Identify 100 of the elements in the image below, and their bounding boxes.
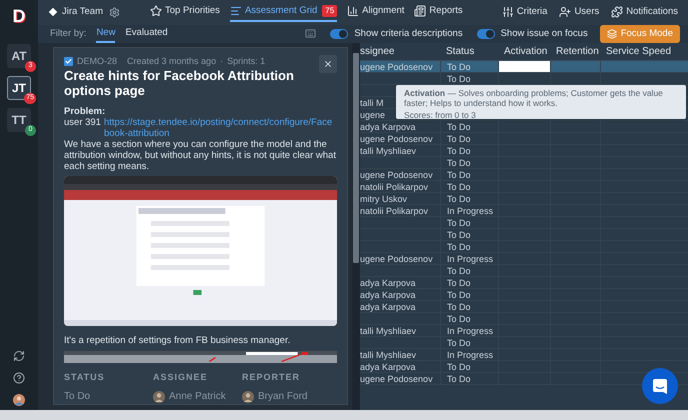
description-text: We have a section where you can configure the model and the attribution window, but without any hints, it is not quite clear what each setting means. bbox=[64, 139, 337, 172]
bar-chart-icon bbox=[347, 5, 360, 18]
table-row[interactable]: ugene Podosenov In Progress bbox=[360, 253, 688, 266]
table-row[interactable]: natolii Polikarpov To Do bbox=[360, 181, 688, 194]
issue-title: Create hints for Facebook Attribution options page bbox=[64, 68, 295, 98]
table-cell: To Do bbox=[447, 302, 471, 312]
puzzle-icon bbox=[611, 6, 624, 18]
filter-tab[interactable]: Evaluated bbox=[125, 24, 168, 43]
column-header[interactable]: Activation bbox=[498, 44, 550, 60]
layers-icon bbox=[606, 28, 617, 39]
table-cell: In Progress bbox=[447, 254, 494, 264]
table-cell: adya Karpova bbox=[360, 290, 416, 300]
nav-link[interactable]: Users bbox=[559, 5, 600, 20]
table-row[interactable]: To Do bbox=[360, 265, 688, 278]
table-cell: talli Myshliaev bbox=[360, 146, 416, 156]
column-header[interactable]: ssignee bbox=[360, 44, 440, 60]
table-cell: To Do bbox=[447, 182, 471, 192]
table-row[interactable]: adya Karpova To Do bbox=[360, 289, 688, 302]
field-value: Bryan Ford bbox=[258, 390, 308, 404]
nav-tab[interactable]: Top Priorities bbox=[150, 2, 220, 22]
nav-tab[interactable]: Reports bbox=[414, 2, 463, 22]
checkbox[interactable] bbox=[64, 56, 73, 66]
table-row[interactable]: To Do bbox=[360, 229, 688, 242]
table-row[interactable]: ugene Podosenov To Do bbox=[360, 61, 688, 74]
nav-link[interactable]: Notifications bbox=[611, 5, 678, 20]
table-row[interactable]: adya Karpova To Do bbox=[360, 121, 688, 134]
issue-key: DEMO-28 bbox=[77, 54, 118, 68]
user-plus-icon bbox=[559, 6, 572, 18]
table-cell: natolii Polikarpov bbox=[360, 182, 428, 192]
settings-icon[interactable] bbox=[109, 6, 120, 18]
filter-label: Filter by: bbox=[50, 26, 86, 41]
table-cell: To Do bbox=[447, 134, 471, 144]
table-row[interactable]: To Do bbox=[360, 217, 688, 230]
description-text: It's a repetition of settings from FB business manager. bbox=[64, 334, 292, 348]
refresh-icon[interactable] bbox=[13, 350, 25, 362]
table-row[interactable]: talli Myshliaev In Progress bbox=[360, 349, 688, 362]
issue-link[interactable]: https://stage.tendee.io/posting/connect/configure/Facebook-attribution bbox=[104, 117, 337, 140]
chat-icon bbox=[652, 378, 668, 394]
table-cell: adya Karpova bbox=[360, 362, 416, 372]
scrollbar[interactable] bbox=[352, 43, 360, 410]
table-row[interactable]: talli Myshliaev In Progress bbox=[360, 325, 688, 338]
table-cell: adya Karpova bbox=[360, 122, 416, 132]
field-label: ASSIGNEE bbox=[153, 370, 209, 384]
user-avatar[interactable] bbox=[13, 394, 25, 406]
star-icon bbox=[150, 5, 162, 18]
separator: · bbox=[220, 54, 224, 68]
sliders-icon bbox=[502, 6, 514, 18]
table-row[interactable]: talli Myshliaev To Do bbox=[360, 145, 688, 158]
table-cell: adya Karpova bbox=[360, 302, 416, 312]
table-row[interactable]: To Do bbox=[360, 241, 688, 254]
list-icon bbox=[230, 5, 242, 18]
table-row[interactable]: To Do bbox=[360, 337, 688, 350]
table-row[interactable]: adya Karpova To Do bbox=[360, 301, 688, 314]
table-cell: ugene Podosenov bbox=[360, 62, 433, 72]
table-row[interactable]: natolii Polikarpov In Progress bbox=[360, 205, 688, 218]
table-cell: adya Karpova bbox=[360, 278, 416, 288]
column-header[interactable]: Retention bbox=[550, 44, 600, 60]
table-cell: natolii Polikarpov bbox=[360, 206, 428, 216]
table-cell: To Do bbox=[447, 194, 471, 204]
column-header[interactable]: Service Speed bbox=[600, 44, 688, 60]
table-cell: To Do bbox=[447, 170, 471, 180]
table-cell: ugene bbox=[360, 110, 386, 120]
table-row[interactable]: mitry Uskov To Do bbox=[360, 193, 688, 206]
table-cell: mitry Uskov bbox=[360, 194, 407, 204]
table-row[interactable]: ugene Podosenov To Do bbox=[360, 169, 688, 182]
table-row[interactable]: ugene Podosenov To Do bbox=[360, 133, 688, 146]
table-cell: To Do bbox=[447, 218, 471, 228]
help-icon[interactable] bbox=[13, 372, 25, 384]
user-label: user 391 bbox=[64, 117, 101, 128]
workspace-name[interactable]: Jira Team bbox=[62, 5, 104, 20]
sprints-count: Sprints: 1 bbox=[227, 54, 266, 68]
score-input[interactable] bbox=[499, 61, 550, 72]
table-cell: In Progress bbox=[447, 350, 494, 360]
avatar bbox=[242, 390, 254, 402]
table-cell: To Do bbox=[447, 290, 471, 300]
tooltip-scores: Scores: from 0 to 3 bbox=[404, 110, 477, 120]
nav-tab[interactable]: Alignment bbox=[347, 2, 404, 22]
nav-tab[interactable]: Assessment Grid 75 bbox=[230, 2, 338, 22]
tooltip-text: Activation — Solves onboarding problems; Customer gets the value faster; Helps to understand how it works. bbox=[404, 88, 664, 108]
table-cell: To Do bbox=[447, 362, 471, 372]
close-button[interactable] bbox=[319, 55, 337, 74]
newspaper-icon bbox=[414, 5, 426, 18]
field-value: Anne Patrick bbox=[169, 390, 226, 404]
toggle-switch[interactable] bbox=[476, 28, 495, 39]
field-label: STATUS bbox=[64, 370, 106, 384]
table-cell: To Do bbox=[447, 278, 471, 288]
keyboard-icon[interactable] bbox=[305, 28, 316, 40]
table-cell: talli Myshliaev bbox=[360, 350, 416, 360]
table-cell: To Do bbox=[447, 158, 471, 168]
table-row[interactable]: To Do bbox=[360, 313, 688, 326]
table-row[interactable]: To Do bbox=[360, 157, 688, 170]
table-cell: To Do bbox=[447, 242, 471, 252]
column-header[interactable]: Status bbox=[440, 44, 498, 60]
diamond-icon bbox=[48, 7, 58, 18]
table-cell: To Do bbox=[447, 338, 471, 348]
table-row[interactable]: adya Karpova To Do bbox=[360, 277, 688, 290]
table-cell: ugene Podosenov bbox=[360, 374, 433, 384]
toggle-switch[interactable] bbox=[330, 28, 348, 39]
nav-link[interactable]: Criteria bbox=[502, 5, 548, 20]
table-cell: ugene Podosenov bbox=[360, 170, 433, 180]
